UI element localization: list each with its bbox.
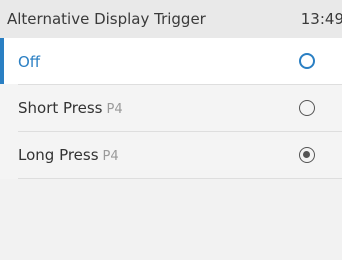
option-label: Long Press bbox=[18, 146, 99, 164]
option-label: Off bbox=[18, 52, 41, 71]
radio-button-icon[interactable] bbox=[299, 99, 315, 116]
option-sub: P4 bbox=[102, 149, 119, 164]
clock: 13:49 bbox=[300, 10, 342, 28]
title-bar: Alternative Display Trigger 13:49 bbox=[0, 0, 342, 38]
option-label-wrap: Off bbox=[18, 52, 44, 71]
page-title: Alternative Display Trigger bbox=[7, 10, 206, 28]
option-off[interactable]: Off bbox=[0, 38, 342, 84]
option-label-wrap: Long Press P4 bbox=[18, 145, 119, 164]
option-label-wrap: Short Press P4 bbox=[18, 98, 123, 117]
option-short-press[interactable]: Short Press P4 bbox=[0, 84, 342, 131]
option-label: Short Press bbox=[18, 99, 103, 117]
radio-button-icon[interactable] bbox=[299, 53, 315, 69]
option-long-press[interactable]: Long Press P4 bbox=[0, 131, 342, 178]
divider bbox=[0, 178, 342, 179]
option-sub: P4 bbox=[106, 102, 123, 117]
options-list: Off Short Press P4 Long Press P4 bbox=[0, 38, 342, 179]
radio-button-checked-icon[interactable] bbox=[299, 146, 315, 163]
